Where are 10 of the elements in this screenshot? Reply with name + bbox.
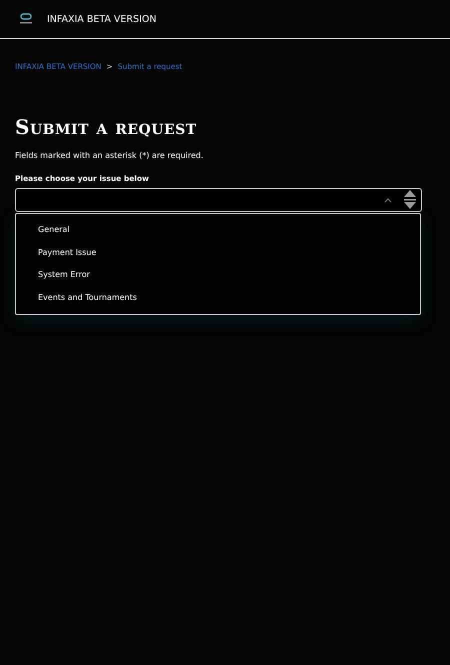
spinner-arrows-icon[interactable] — [402, 189, 418, 211]
chevron-up-icon — [384, 198, 392, 202]
dropdown-option[interactable]: General — [16, 219, 420, 242]
issue-select[interactable] — [15, 188, 422, 212]
dropdown-option[interactable]: Events and Tournaments — [16, 286, 420, 309]
site-title[interactable]: INFAXIA BETA VERSION — [47, 14, 156, 24]
dropdown-option[interactable]: System Error — [16, 264, 420, 286]
page-heading: Submit a request — [15, 115, 198, 139]
dropdown-option[interactable]: Payment Issue — [16, 242, 420, 264]
required-note: Fields marked with an asterisk (*) are required. — [15, 151, 204, 160]
